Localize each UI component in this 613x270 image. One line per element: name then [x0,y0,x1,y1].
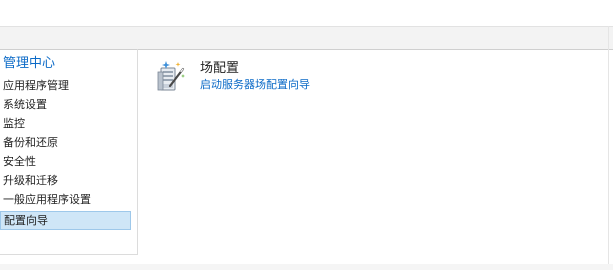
ribbon-bar [0,26,613,50]
farm-config-wizard-icon [155,60,187,94]
quick-launch-heading[interactable]: 管理中心 [3,56,55,72]
quick-launch: 管理中心 应用程序管理 系统设置 监控 备份和还原 安全性 升级和迁移 一般应用… [0,49,138,255]
nav-item-backup-restore[interactable]: 备份和还原 [3,133,134,152]
nav-item-upgrade-migration[interactable]: 升级和迁移 [3,171,134,190]
nav-item-general-app-settings[interactable]: 一般应用程序设置 [3,190,134,209]
right-edge [608,26,613,266]
nav-item-security[interactable]: 安全性 [3,152,134,171]
bottom-bar [0,264,613,270]
nav-item-application-management[interactable]: 应用程序管理 [3,76,134,95]
top-bar [0,0,613,26]
section-title: 场配置 [200,61,240,76]
nav-item-monitoring[interactable]: 监控 [3,114,134,133]
nav-item-configuration-wizards[interactable]: 配置向导 [0,211,131,230]
nav-item-system-settings[interactable]: 系统设置 [3,95,134,114]
start-farm-config-wizard-link[interactable]: 启动服务器场配置向导 [200,78,310,92]
